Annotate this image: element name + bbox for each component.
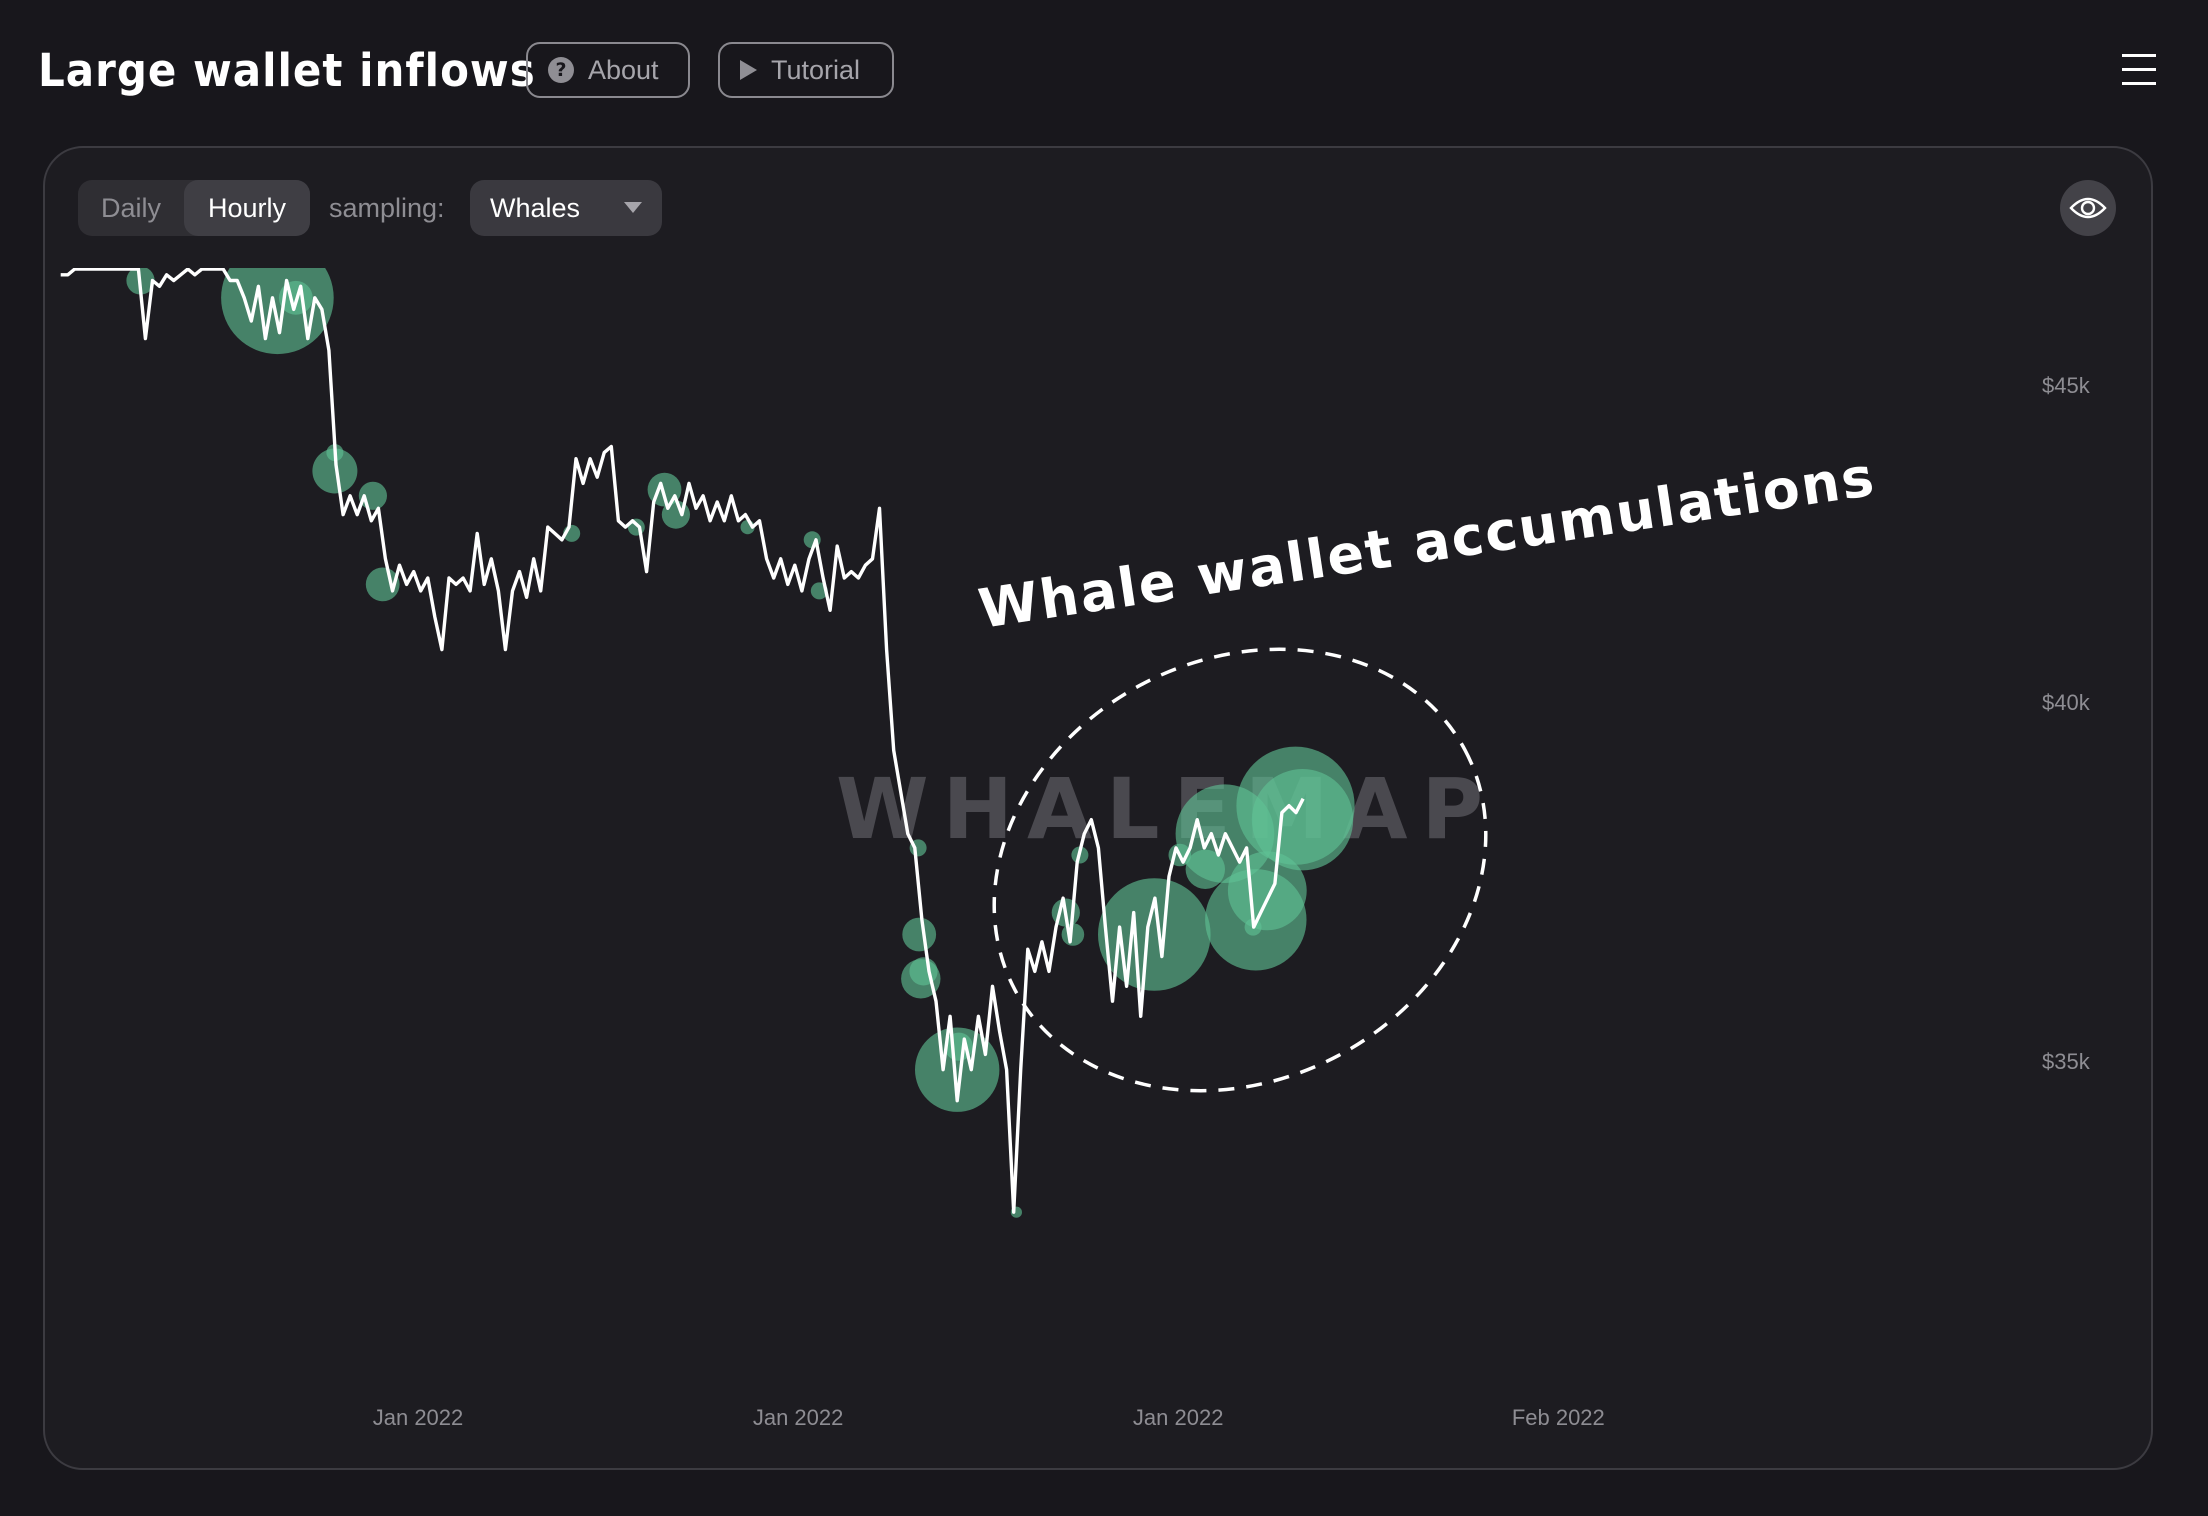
chevron-down-icon (624, 202, 642, 213)
resolution-hourly[interactable]: Hourly (184, 180, 310, 236)
visibility-toggle-button[interactable] (2060, 180, 2116, 236)
inflow-bubble (902, 917, 937, 952)
sampling-label: sampling: (329, 193, 445, 223)
y-tick-label: $35k (2042, 1049, 2090, 1075)
inflow-bubble (1251, 769, 1354, 871)
x-tick-label: Feb 2022 (1511, 1405, 1605, 1430)
resolution-toggle: Daily Hourly (78, 180, 310, 236)
annotation-text: Whale wallet accumulations (975, 445, 1880, 641)
y-tick-label: $45k (2042, 373, 2090, 398)
eye-icon (2069, 197, 2107, 219)
y-tick-label: $40k (2042, 689, 2090, 715)
x-tick-label: Jan 2022 (1132, 1405, 1224, 1430)
sampling-select[interactable]: Whales (470, 180, 662, 236)
x-tick-label: Jan 2022 (752, 1405, 844, 1430)
sampling-value: Whales (490, 192, 581, 223)
price-line (60, 268, 1305, 1214)
x-tick-label: Jan 2022 (372, 1405, 464, 1430)
inflow-bubble (221, 268, 334, 355)
watermark-text: WHALEMAP (836, 760, 1497, 858)
resolution-daily[interactable]: Daily (78, 180, 184, 236)
inflow-bubbles (126, 268, 1355, 1218)
